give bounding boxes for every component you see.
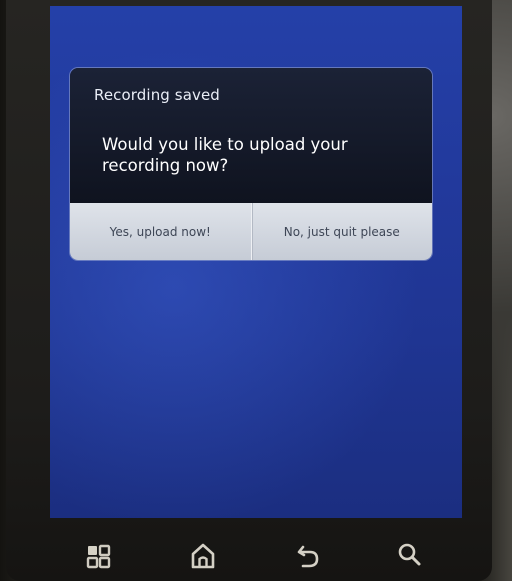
back-icon[interactable] (293, 540, 325, 572)
quit-button[interactable]: No, just quit please (250, 203, 433, 260)
navigation-bar (0, 538, 512, 581)
home-icon[interactable] (187, 540, 219, 572)
upload-now-button[interactable]: Yes, upload now! (70, 203, 251, 260)
phone-screen: Recording saved Would you like to upload… (50, 6, 462, 518)
search-icon[interactable] (394, 540, 426, 572)
upload-dialog: Recording saved Would you like to upload… (70, 68, 432, 260)
menu-grid-icon[interactable] (83, 540, 115, 572)
dialog-message: Would you like to upload your recording … (102, 135, 348, 175)
dialog-content: Recording saved Would you like to upload… (70, 68, 432, 203)
dialog-title: Recording saved (94, 86, 220, 104)
dialog-button-bar: Yes, upload now! No, just quit please (70, 203, 432, 260)
